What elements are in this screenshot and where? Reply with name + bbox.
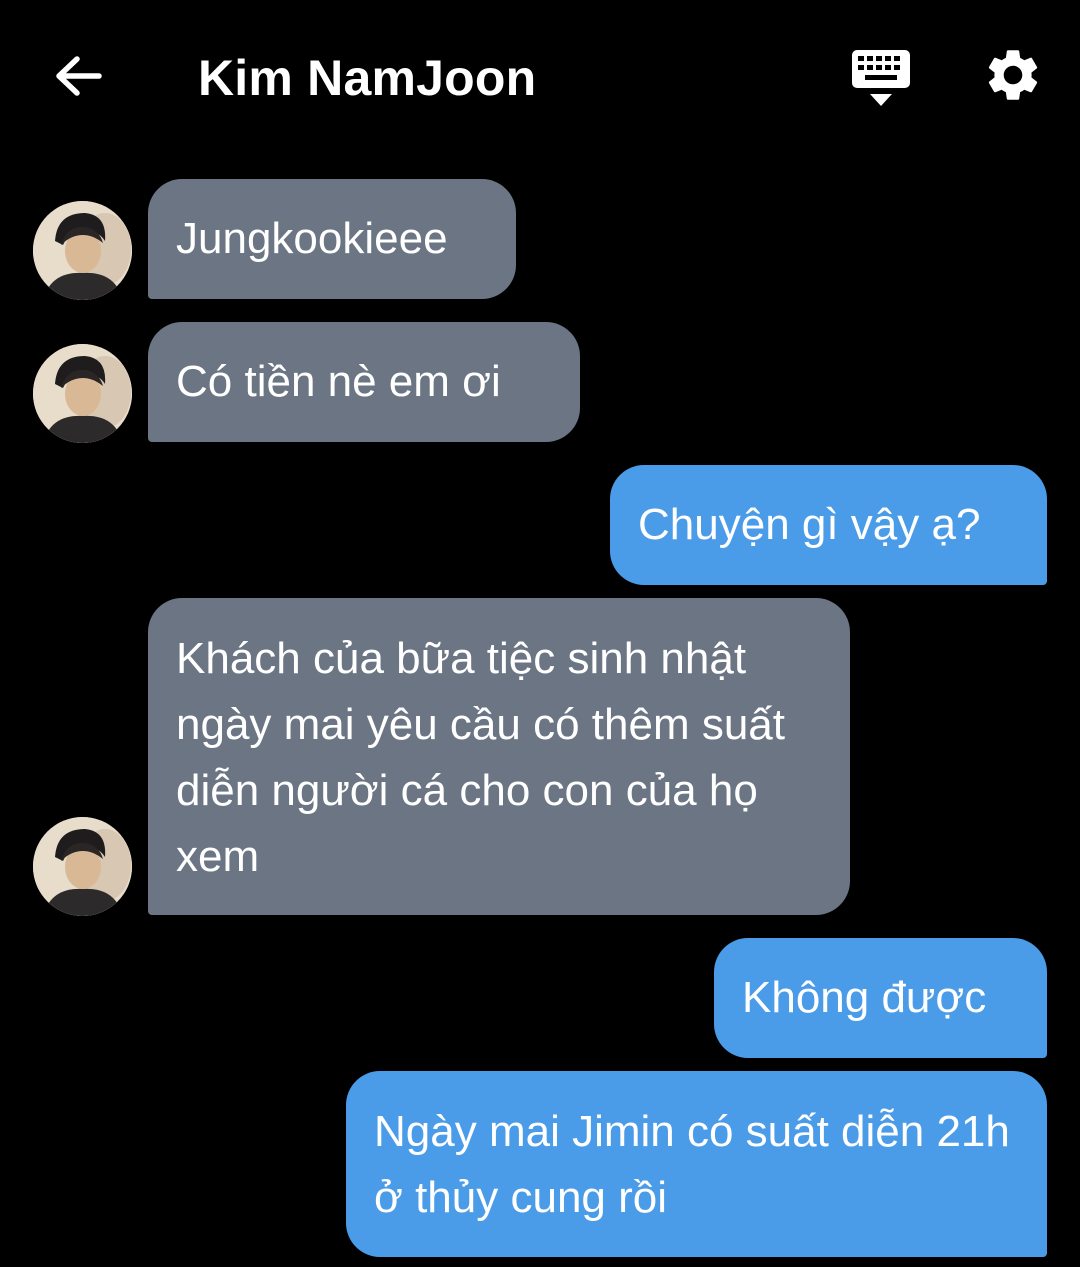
profile-photo: [33, 201, 132, 300]
avatar[interactable]: [33, 201, 132, 300]
chat-title: Kim NamJoon: [198, 50, 537, 106]
message-bubble-outgoing[interactable]: Ngày mai Jimin có suất diễn 21h ở thủy c…: [346, 1071, 1047, 1257]
back-button[interactable]: [48, 48, 108, 104]
settings-button[interactable]: [982, 44, 1046, 108]
message-text: Không được: [742, 973, 987, 1022]
message-text: Ngày mai Jimin có suất diễn 21h ở thủy c…: [374, 1107, 1010, 1222]
message-text: Jungkookieee: [176, 214, 448, 263]
message-bubble-incoming[interactable]: Jungkookieee: [148, 179, 516, 299]
message-bubble-incoming[interactable]: Có tiền nè em ơi: [148, 322, 580, 442]
avatar[interactable]: [33, 344, 132, 443]
message-bubble-outgoing[interactable]: Không được: [714, 938, 1047, 1058]
keyboard-icon: [852, 50, 910, 106]
profile-photo: [33, 344, 132, 443]
message-text: Có tiền nè em ơi: [176, 357, 501, 406]
profile-photo: [33, 817, 132, 916]
avatar[interactable]: [33, 817, 132, 916]
arrow-left-icon: [56, 56, 102, 96]
message-text: Khách của bữa tiệc sinh nhật ngày mai yê…: [176, 634, 785, 881]
message-text: Chuyện gì vậy ạ?: [638, 500, 981, 549]
message-bubble-outgoing[interactable]: Chuyện gì vậy ạ?: [610, 465, 1047, 585]
chat-header: Kim NamJoon: [0, 0, 1080, 150]
keyboard-button[interactable]: [848, 46, 916, 110]
message-bubble-incoming[interactable]: Khách của bữa tiệc sinh nhật ngày mai yê…: [148, 598, 850, 915]
gear-icon: [988, 50, 1038, 100]
